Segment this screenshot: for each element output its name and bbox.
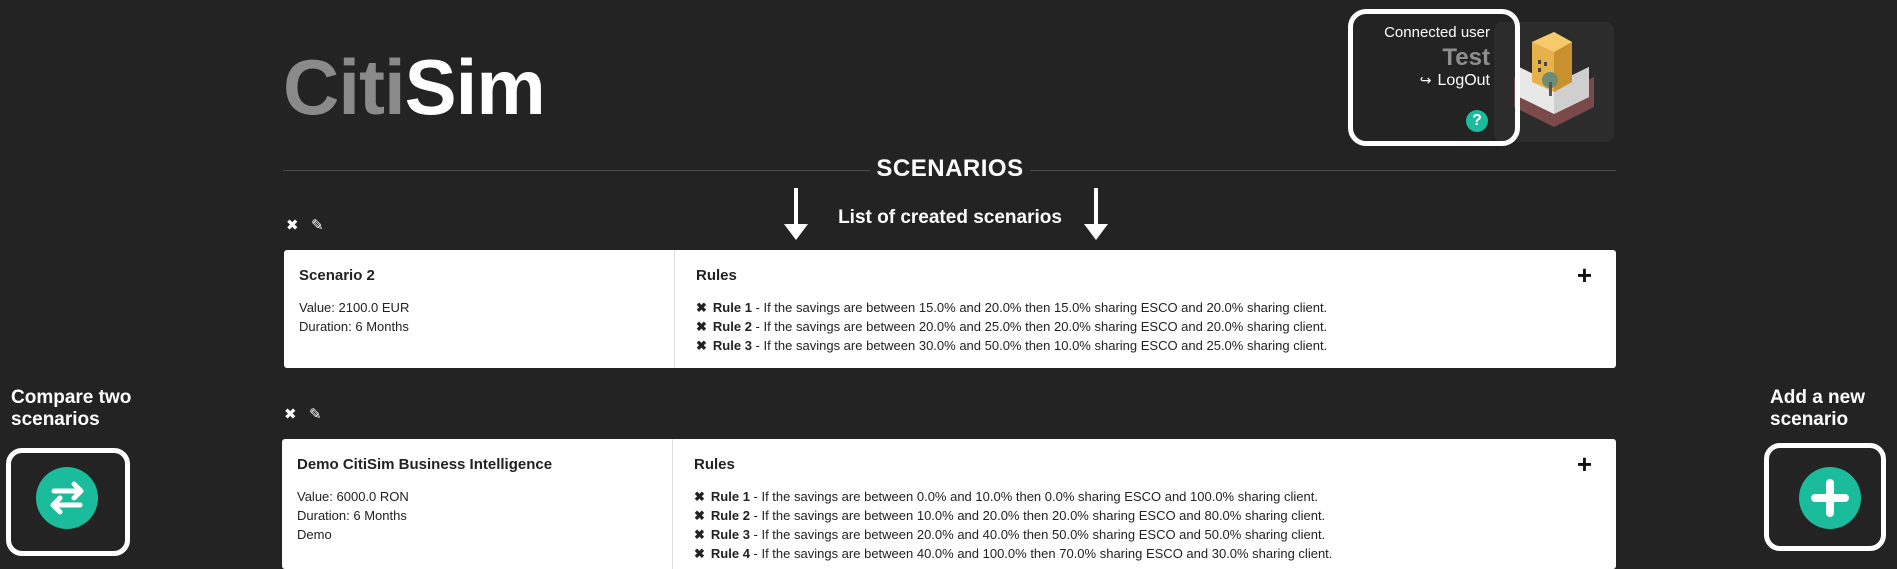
add-rule-icon[interactable]: +	[1577, 451, 1592, 477]
logo-part-citi: Citi	[283, 43, 406, 131]
page-title: SCENARIOS	[870, 155, 1030, 183]
rule-text: - If the savings are between 40.0% and 1…	[749, 546, 1333, 561]
delete-rule-icon[interactable]: ✖	[694, 508, 705, 523]
rule-text: - If the savings are between 30.0% and 5…	[751, 338, 1328, 353]
add-scenario-button[interactable]	[1799, 467, 1861, 529]
delete-rule-icon[interactable]: ✖	[696, 338, 707, 353]
delete-rule-icon[interactable]: ✖	[694, 527, 705, 542]
rule-label: Rule 2	[710, 508, 750, 523]
scenario-card: Scenario 2 Value: 2100.0 EUR Duration: 6…	[284, 250, 1616, 368]
delete-rule-icon[interactable]: ✖	[696, 300, 707, 315]
scenario-1-tools: ✖ ✎	[286, 216, 324, 235]
rule-text: - If the savings are between 0.0% and 10…	[749, 489, 1318, 504]
add-label-line1: Add a new	[1770, 387, 1866, 408]
scenario-duration: Duration: 6 Months	[299, 319, 409, 334]
rule-label: Rule 4	[710, 546, 750, 561]
rule-label: Rule 1	[710, 489, 750, 504]
logout-link[interactable]: ↪ LogOut	[1400, 72, 1490, 90]
rule-item: ✖ Rule 4 - If the savings are between 40.…	[694, 546, 1332, 562]
connected-user-label: Connected user	[1384, 24, 1490, 41]
rule-label: Rule 3	[712, 338, 752, 353]
compare-button[interactable]	[36, 467, 98, 529]
delete-rule-icon[interactable]: ✖	[694, 489, 705, 504]
plus-circle-icon	[1811, 479, 1849, 517]
compare-label-line1: Compare two	[11, 387, 132, 408]
scenario-card: Demo CitiSim Business Intelligence Value…	[282, 439, 1616, 569]
edit-scenario-icon[interactable]: ✎	[311, 217, 324, 234]
rule-item: ✖ Rule 2 - If the savings are between 10.…	[694, 508, 1325, 524]
rule-text: - If the savings are between 20.0% and 2…	[751, 319, 1328, 334]
sign-out-icon: ↪	[1419, 72, 1432, 88]
rule-label: Rule 3	[710, 527, 750, 542]
list-subtitle: List of created scenarios	[838, 207, 1062, 228]
edit-scenario-icon[interactable]: ✎	[309, 406, 322, 423]
add-label-line2: scenario	[1770, 409, 1849, 430]
add-rule-icon[interactable]: +	[1577, 262, 1592, 288]
rule-text: - If the savings are between 15.0% and 2…	[751, 300, 1328, 315]
rule-text: - If the savings are between 20.0% and 4…	[749, 527, 1326, 542]
swap-arrows-icon	[50, 481, 84, 515]
delete-scenario-icon[interactable]: ✖	[284, 406, 297, 423]
scenario-duration: Duration: 6 Months	[297, 508, 407, 523]
scenario-info: Demo CitiSim Business Intelligence Value…	[282, 439, 673, 569]
username: Test	[1442, 44, 1490, 71]
app-logo: CitiSim	[283, 48, 546, 126]
scenario-name: Scenario 2	[299, 267, 375, 284]
compare-label-line2: scenarios	[11, 409, 100, 430]
rules-title: Rules	[696, 267, 737, 284]
add-scenario-label: Add a new scenario	[1770, 387, 1865, 431]
help-icon[interactable]: ?	[1466, 110, 1488, 132]
rule-text: - If the savings are between 10.0% and 2…	[749, 508, 1326, 523]
rule-item: ✖ Rule 3 - If the savings are between 30.…	[696, 338, 1327, 354]
scenario-info: Scenario 2 Value: 2100.0 EUR Duration: 6…	[284, 250, 675, 368]
rule-label: Rule 2	[712, 319, 752, 334]
delete-scenario-icon[interactable]: ✖	[286, 217, 299, 234]
rule-label: Rule 1	[712, 300, 752, 315]
rule-item: ✖ Rule 2 - If the savings are between 20.…	[696, 319, 1327, 335]
annotation-arrow-right	[1084, 188, 1108, 240]
logout-label: LogOut	[1437, 72, 1490, 89]
compare-label: Compare two scenarios	[11, 387, 131, 431]
rule-item: ✖ Rule 1 - If the savings are between 15.…	[696, 300, 1327, 316]
scenario-2-tools: ✖ ✎	[284, 405, 322, 424]
scenario-tag: Demo	[297, 527, 332, 542]
rule-item: ✖ Rule 3 - If the savings are between 20.…	[694, 527, 1325, 543]
scenario-value: Value: 6000.0 RON	[297, 489, 409, 504]
scenario-value: Value: 2100.0 EUR	[299, 300, 410, 315]
delete-rule-icon[interactable]: ✖	[696, 319, 707, 334]
logo-part-sim: Sim	[404, 43, 546, 131]
scenario-name: Demo CitiSim Business Intelligence	[297, 456, 553, 473]
rules-title: Rules	[694, 456, 735, 473]
delete-rule-icon[interactable]: ✖	[694, 546, 705, 561]
rule-item: ✖ Rule 1 - If the savings are between 0.0…	[694, 489, 1318, 505]
